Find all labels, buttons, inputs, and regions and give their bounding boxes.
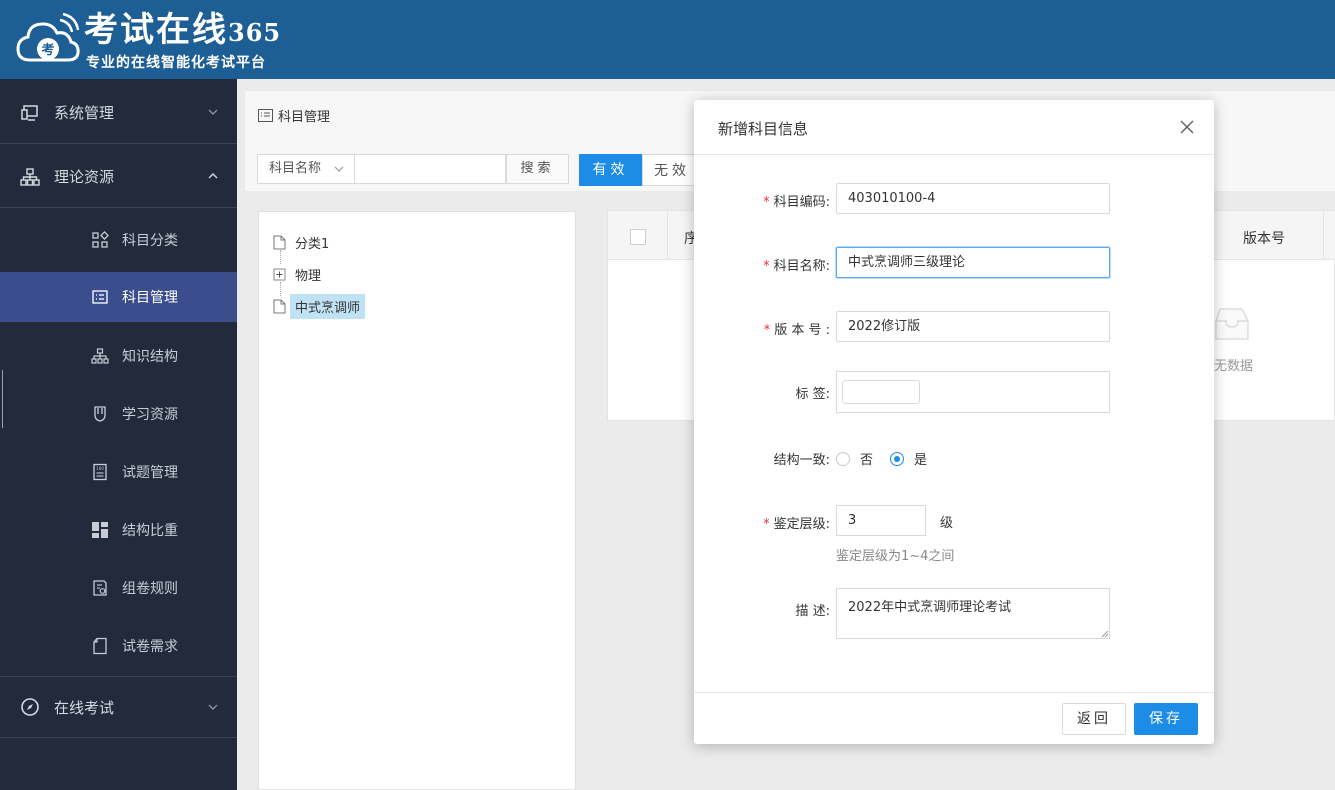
level-unit: 级: [940, 516, 954, 531]
back-button[interactable]: 返回: [1062, 703, 1126, 735]
subject-code-input[interactable]: 403010100-4: [836, 183, 1110, 214]
version-label-text: 版 本 号 :: [774, 323, 830, 338]
radio-circle: [836, 451, 850, 466]
struct-consistent-label: 结构一致:: [773, 453, 830, 468]
level-hint: 鉴定层级为1~4之间: [836, 549, 955, 564]
close-icon[interactable]: [1180, 120, 1194, 134]
required-mark: *: [763, 517, 770, 532]
required-mark: *: [763, 195, 770, 210]
code-label-text: 科目编码:: [773, 195, 830, 210]
struct-radio-no[interactable]: 否: [836, 449, 873, 468]
struct-radio-yes[interactable]: 是: [890, 449, 927, 468]
version-label: * 版 本 号 :: [764, 319, 830, 338]
name-label: * 科目名称:: [763, 255, 830, 274]
code-label: * 科目编码:: [763, 191, 830, 210]
dialog-title: 新增科目信息: [718, 120, 809, 138]
tag-label: 标 签:: [795, 387, 830, 402]
dialog-header-divider: [694, 154, 1214, 155]
name-label-text: 科目名称:: [773, 259, 830, 274]
radio-label: 是: [914, 453, 928, 468]
version-input[interactable]: 2022修订版: [836, 311, 1110, 342]
description-textarea[interactable]: 2022年中式烹调师理论考试: [836, 588, 1110, 639]
description-label: 描 述:: [795, 604, 830, 619]
add-subject-dialog: 新增科目信息 * 科目编码: 403010100-4 * 科目名称: 中式烹调师三级…: [694, 100, 1214, 744]
tag-input[interactable]: [842, 380, 920, 404]
radio-label: 否: [860, 453, 874, 468]
required-mark: *: [763, 259, 770, 274]
radio-circle: [890, 451, 904, 466]
subject-name-input[interactable]: 中式烹调师三级理论: [836, 247, 1110, 278]
level-input[interactable]: 3: [836, 505, 926, 536]
required-mark: *: [763, 323, 771, 338]
level-label: * 鉴定层级:: [763, 513, 830, 532]
save-button[interactable]: 保存: [1134, 703, 1198, 735]
resize-handle-icon[interactable]: [1101, 630, 1109, 638]
level-label-text: 鉴定层级:: [773, 517, 830, 532]
dialog-footer-divider: [694, 692, 1214, 693]
